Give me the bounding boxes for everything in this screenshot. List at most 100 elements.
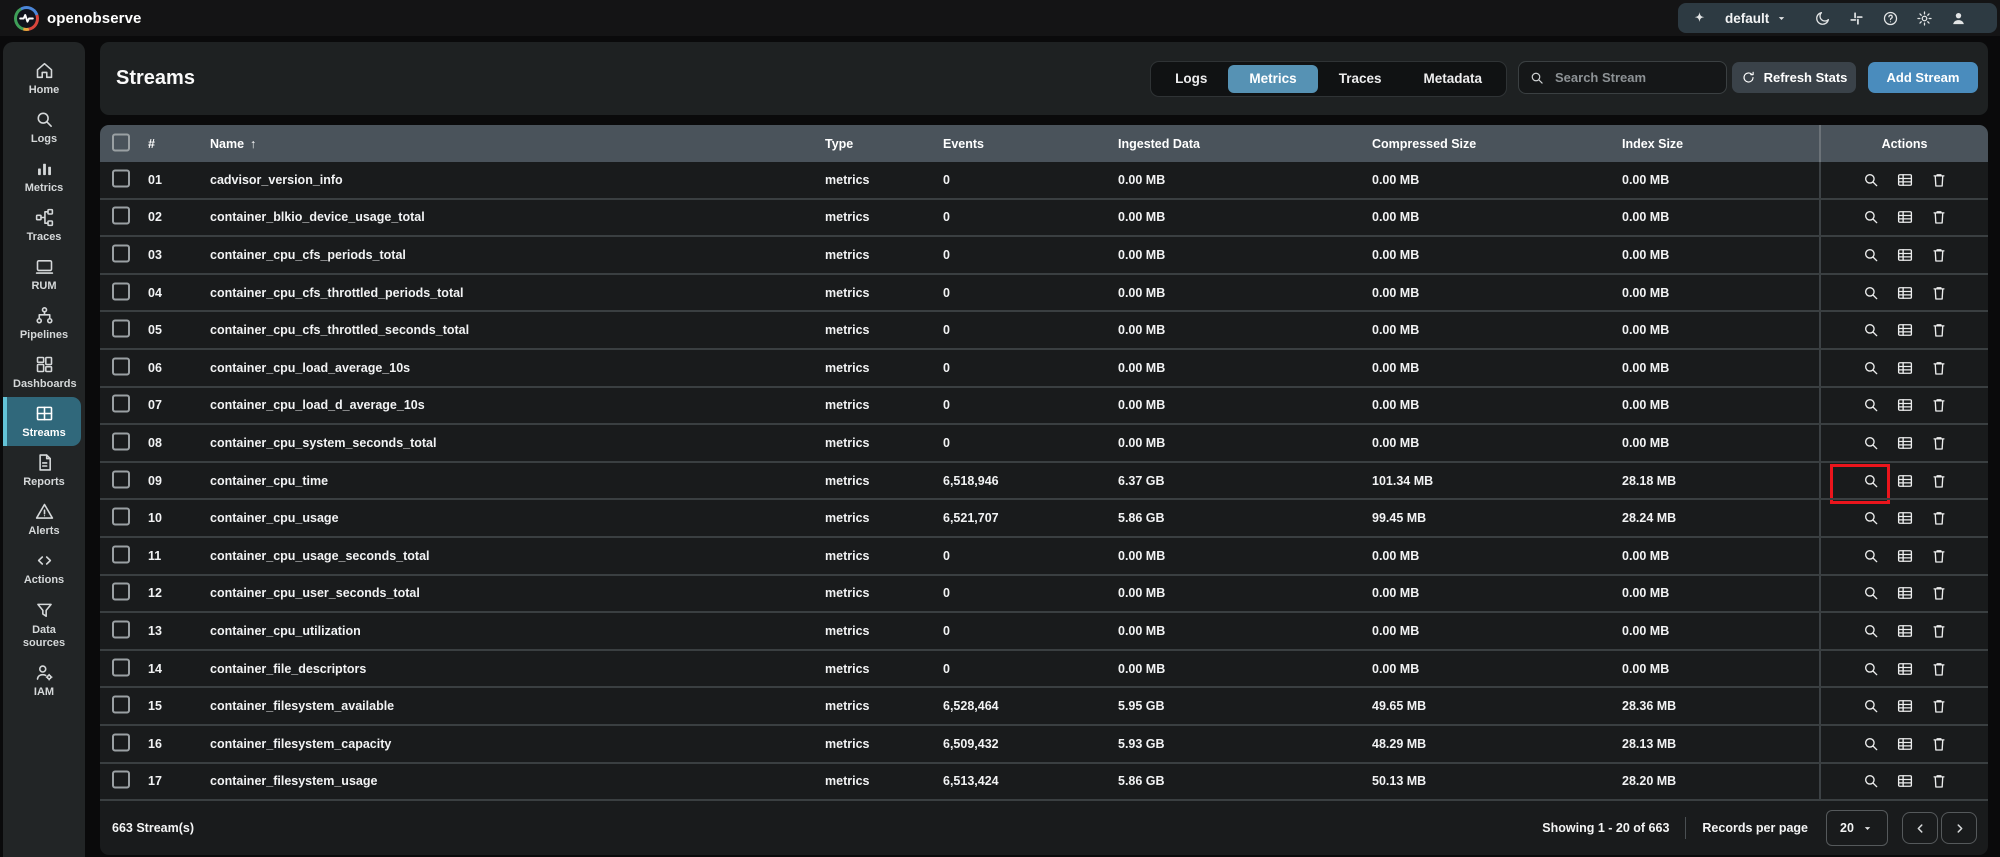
delete-stream-button[interactable]: [1930, 772, 1948, 790]
tab[interactable]: Traces: [1318, 65, 1403, 93]
sidebar-item[interactable]: Traces: [3, 201, 81, 250]
stream-schema-button[interactable]: [1896, 284, 1914, 302]
refresh-stats-button[interactable]: Refresh Stats: [1732, 62, 1856, 93]
tab[interactable]: Metrics: [1228, 65, 1318, 93]
table-row[interactable]: 07 container_cpu_load_d_average_10s metr…: [100, 385, 1988, 424]
slack-icon[interactable]: [1848, 10, 1865, 27]
next-page-button[interactable]: [1941, 812, 1977, 844]
search-stream-input[interactable]: [1553, 69, 1707, 86]
sidebar-item[interactable]: Logs: [3, 103, 81, 152]
table-row[interactable]: 14 container_file_descriptors metrics 0 …: [100, 648, 1988, 687]
add-stream-button[interactable]: Add Stream: [1868, 62, 1978, 93]
explore-stream-button[interactable]: [1862, 735, 1880, 753]
table-row[interactable]: 13 container_cpu_utilization metrics 0 0…: [100, 611, 1988, 649]
sidebar-item[interactable]: Dashboards: [3, 348, 81, 397]
table-row[interactable]: 08 container_cpu_system_seconds_total me…: [100, 423, 1988, 461]
row-checkbox[interactable]: [112, 620, 130, 639]
row-checkbox[interactable]: [112, 432, 130, 451]
theme-moon-icon[interactable]: [1814, 10, 1831, 27]
explore-stream-button[interactable]: [1862, 584, 1880, 602]
row-checkbox[interactable]: [112, 582, 130, 601]
table-row[interactable]: 09 container_cpu_time metrics 6,518,946 …: [100, 460, 1988, 504]
previous-page-button[interactable]: [1902, 812, 1938, 844]
explore-stream-button[interactable]: [1862, 284, 1880, 302]
page-size-select[interactable]: 20: [1826, 810, 1888, 846]
delete-stream-button[interactable]: [1930, 321, 1948, 339]
row-checkbox[interactable]: [112, 733, 130, 752]
row-checkbox[interactable]: [112, 244, 130, 263]
sidebar-item[interactable]: Actions: [3, 544, 81, 593]
column-name[interactable]: Name ↑: [210, 137, 256, 151]
table-row[interactable]: 16 container_filesystem_capacity metrics…: [100, 723, 1988, 762]
stream-schema-button[interactable]: [1896, 622, 1914, 640]
delete-stream-button[interactable]: [1930, 735, 1948, 753]
stream-schema-button[interactable]: [1896, 697, 1914, 715]
row-checkbox[interactable]: [112, 169, 130, 188]
user-profile-icon[interactable]: [1950, 10, 1967, 27]
row-checkbox[interactable]: [112, 357, 130, 376]
explore-stream-button[interactable]: [1862, 697, 1880, 715]
table-row[interactable]: 12 container_cpu_user_seconds_total metr…: [100, 573, 1988, 612]
delete-stream-button[interactable]: [1930, 697, 1948, 715]
sidebar-item[interactable]: RUM: [3, 250, 81, 299]
row-checkbox[interactable]: [112, 394, 130, 413]
stream-schema-button[interactable]: [1896, 246, 1914, 264]
delete-stream-button[interactable]: [1930, 584, 1948, 602]
explore-stream-button[interactable]: [1829, 463, 1890, 504]
stream-schema-button[interactable]: [1896, 584, 1914, 602]
stream-schema-button[interactable]: [1896, 359, 1914, 377]
explore-stream-button[interactable]: [1862, 396, 1880, 414]
explore-stream-button[interactable]: [1862, 660, 1880, 678]
explore-stream-button[interactable]: [1862, 772, 1880, 790]
sidebar-item[interactable]: Reports: [3, 446, 81, 495]
sidebar-item[interactable]: Alerts: [3, 495, 81, 544]
delete-stream-button[interactable]: [1930, 246, 1948, 264]
table-row[interactable]: 11 container_cpu_usage_seconds_total met…: [100, 535, 1988, 574]
explore-stream-button[interactable]: [1862, 208, 1880, 226]
stream-schema-button[interactable]: [1896, 208, 1914, 226]
delete-stream-button[interactable]: [1930, 284, 1948, 302]
explore-stream-button[interactable]: [1862, 509, 1880, 527]
explore-stream-button[interactable]: [1862, 359, 1880, 377]
help-icon[interactable]: [1882, 10, 1899, 27]
explore-stream-button[interactable]: [1862, 246, 1880, 264]
sidebar-item[interactable]: Metrics: [3, 152, 81, 201]
explore-stream-button[interactable]: [1862, 547, 1880, 565]
stream-schema-button[interactable]: [1896, 396, 1914, 414]
row-checkbox[interactable]: [112, 507, 130, 526]
explore-stream-button[interactable]: [1862, 434, 1880, 452]
tab[interactable]: Logs: [1154, 65, 1228, 93]
explore-stream-button[interactable]: [1862, 622, 1880, 640]
row-checkbox[interactable]: [112, 545, 130, 564]
select-all-checkbox[interactable]: [112, 133, 130, 151]
table-row[interactable]: 01 cadvisor_version_info metrics 0 0.00 …: [100, 162, 1988, 198]
table-row[interactable]: 04 container_cpu_cfs_throttled_periods_t…: [100, 272, 1988, 311]
row-checkbox[interactable]: [112, 282, 130, 301]
tab[interactable]: Metadata: [1402, 65, 1503, 93]
table-row[interactable]: 02 container_blkio_device_usage_total me…: [100, 197, 1988, 236]
row-checkbox[interactable]: [112, 319, 130, 338]
sidebar-item[interactable]: Streams: [3, 397, 81, 446]
table-row[interactable]: 15 container_filesystem_available metric…: [100, 686, 1988, 724]
explore-stream-button[interactable]: [1862, 171, 1880, 189]
stream-schema-button[interactable]: [1896, 547, 1914, 565]
table-row[interactable]: 17 container_filesystem_usage metrics 6,…: [100, 761, 1988, 800]
table-row[interactable]: 05 container_cpu_cfs_throttled_seconds_t…: [100, 310, 1988, 348]
ai-sparkle-icon[interactable]: [1691, 10, 1708, 27]
sidebar-item[interactable]: Pipelines: [3, 299, 81, 348]
delete-stream-button[interactable]: [1930, 208, 1948, 226]
row-checkbox[interactable]: [112, 470, 130, 489]
row-checkbox[interactable]: [112, 206, 130, 225]
delete-stream-button[interactable]: [1930, 547, 1948, 565]
sidebar-item[interactable]: IAM: [3, 656, 81, 705]
row-checkbox[interactable]: [112, 658, 130, 677]
stream-schema-button[interactable]: [1896, 735, 1914, 753]
org-selector[interactable]: default: [1725, 11, 1788, 26]
stream-schema-button[interactable]: [1896, 321, 1914, 339]
delete-stream-button[interactable]: [1930, 359, 1948, 377]
sidebar-item[interactable]: Home: [3, 54, 81, 103]
sidebar-item[interactable]: Data sources: [3, 593, 81, 656]
delete-stream-button[interactable]: [1930, 660, 1948, 678]
table-row[interactable]: 10 container_cpu_usage metrics 6,521,707…: [100, 498, 1988, 536]
explore-stream-button[interactable]: [1862, 321, 1880, 339]
